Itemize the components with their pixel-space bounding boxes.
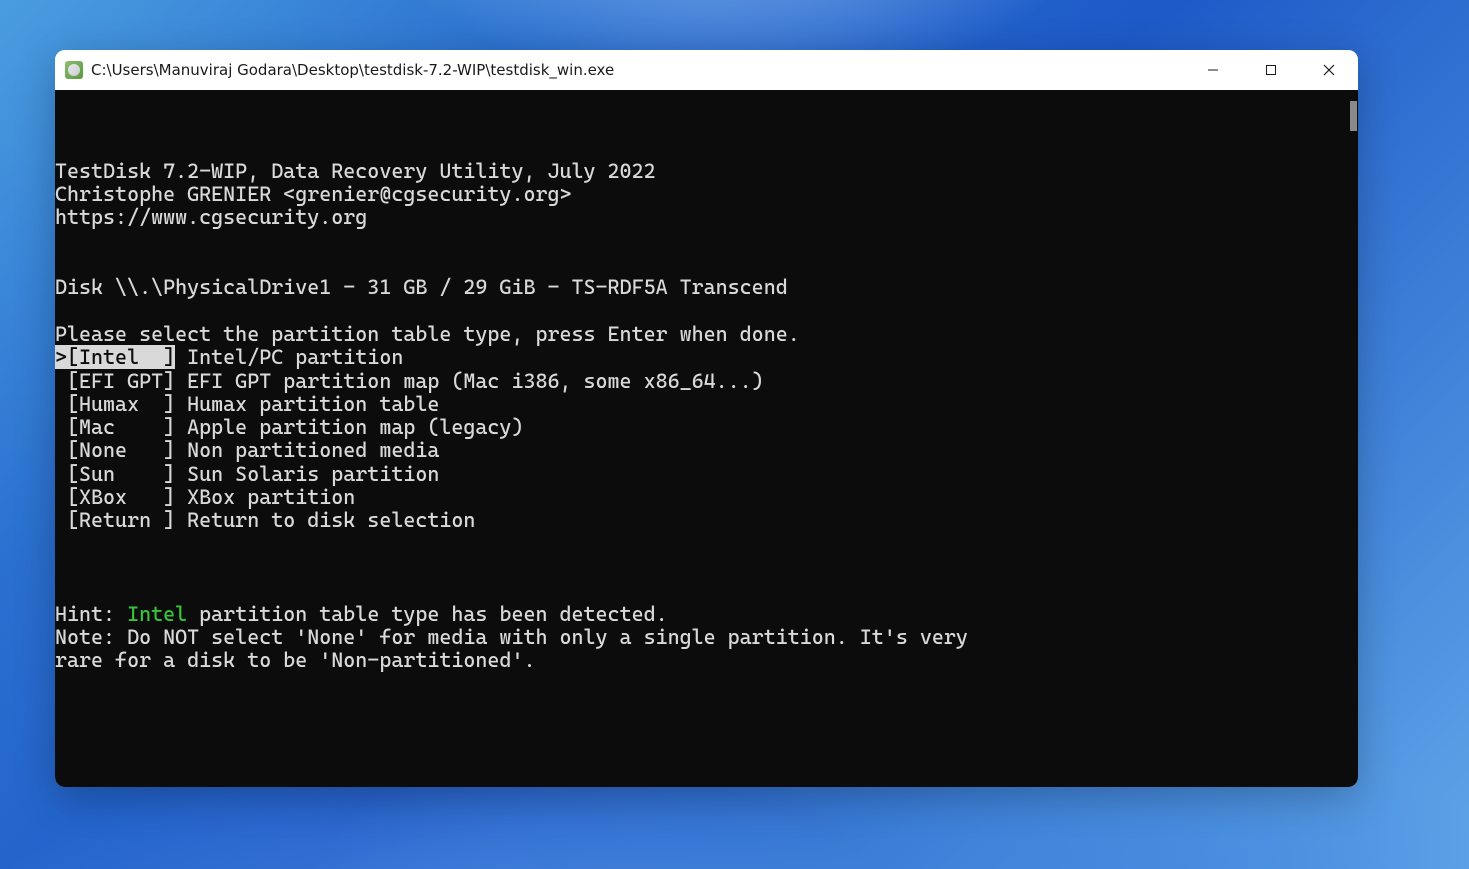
partition-option[interactable]: [Mac ] Apple partition map (legacy)	[55, 416, 1358, 439]
partition-option[interactable]: [Return ] Return to disk selection	[55, 509, 1358, 532]
partition-option[interactable]: [XBox ] XBox partition	[55, 486, 1358, 509]
minimize-icon	[1207, 64, 1219, 76]
maximize-button[interactable]	[1242, 50, 1300, 90]
note-line: Note: Do NOT select 'None' for media wit…	[55, 626, 1358, 649]
console-window: C:\Users\Manuviraj Godara\Desktop\testdi…	[55, 50, 1358, 787]
header-line: Christophe GRENIER <grenier@cgsecurity.o…	[55, 183, 1358, 206]
blank-line	[55, 230, 1358, 253]
blank-line	[55, 556, 1358, 579]
close-button[interactable]	[1300, 50, 1358, 90]
header-line: https://www.cgsecurity.org	[55, 206, 1358, 229]
header-line: TestDisk 7.2-WIP, Data Recovery Utility,…	[55, 160, 1358, 183]
maximize-icon	[1265, 64, 1277, 76]
partition-option[interactable]: [EFI GPT] EFI GPT partition map (Mac i38…	[55, 370, 1358, 393]
titlebar[interactable]: C:\Users\Manuviraj Godara\Desktop\testdi…	[55, 50, 1358, 90]
disk-info-line: Disk \\.\PhysicalDrive1 - 31 GB / 29 GiB…	[55, 276, 1358, 299]
scrollbar-thumb[interactable]	[1350, 101, 1357, 131]
blank-line	[55, 300, 1358, 323]
blank-line	[55, 253, 1358, 276]
terminal-output[interactable]: TestDisk 7.2-WIP, Data Recovery Utility,…	[55, 90, 1358, 787]
close-icon	[1323, 64, 1335, 76]
note-line: rare for a disk to be 'Non-partitioned'.	[55, 649, 1358, 672]
blank-line	[55, 533, 1358, 556]
window-controls	[1184, 50, 1358, 90]
app-icon	[65, 61, 83, 79]
minimize-button[interactable]	[1184, 50, 1242, 90]
partition-option[interactable]: [Humax ] Humax partition table	[55, 393, 1358, 416]
window-title: C:\Users\Manuviraj Godara\Desktop\testdi…	[91, 61, 1184, 79]
partition-option[interactable]: >[Intel ] Intel/PC partition	[55, 346, 1358, 369]
prompt-line: Please select the partition table type, …	[55, 323, 1358, 346]
blank-line	[55, 579, 1358, 602]
hint-line: Hint: Intel partition table type has bee…	[55, 603, 1358, 626]
partition-option[interactable]: [None ] Non partitioned media	[55, 439, 1358, 462]
partition-option[interactable]: [Sun ] Sun Solaris partition	[55, 463, 1358, 486]
